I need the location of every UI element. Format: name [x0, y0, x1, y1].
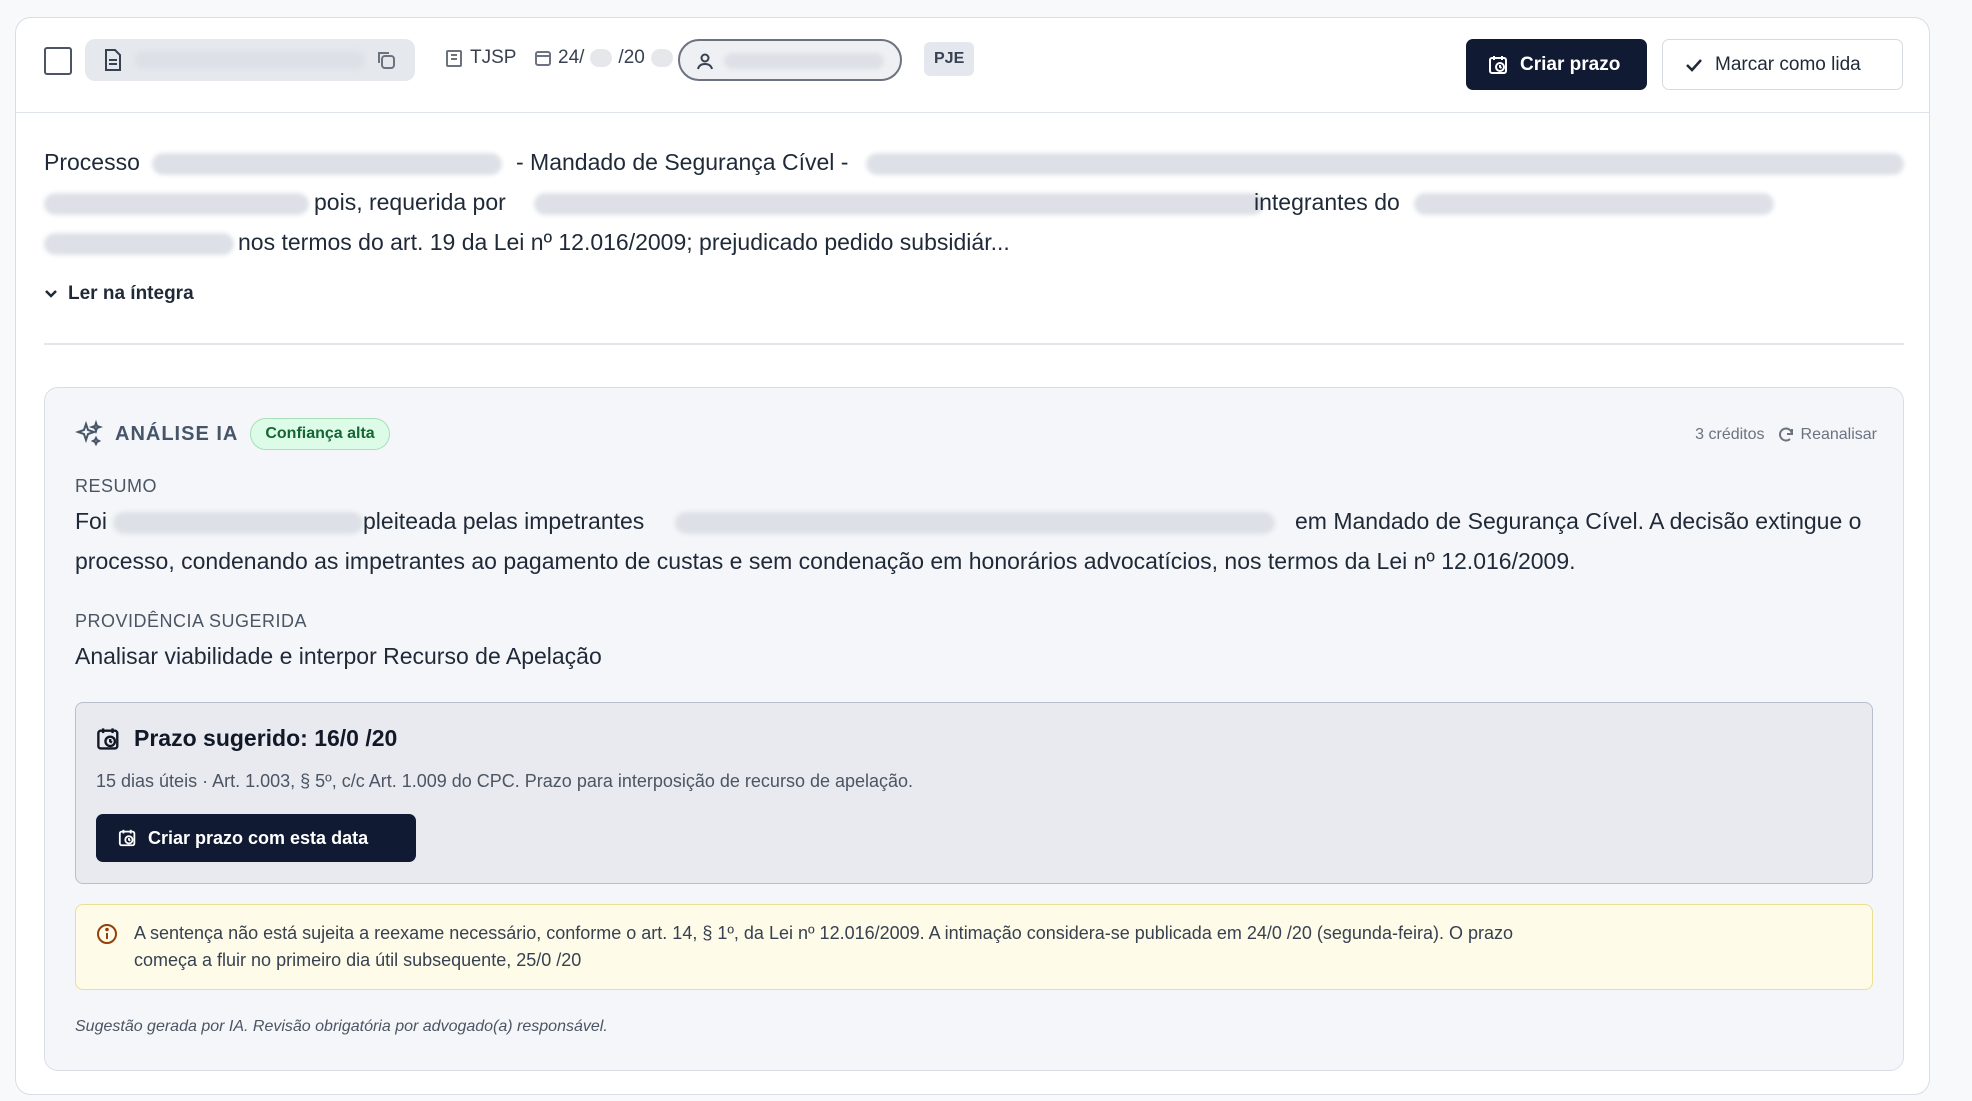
- court-label: TJSP: [470, 47, 517, 68]
- calendar-clock-icon: [97, 727, 119, 750]
- text-segment: nos termos do art. 19 da Lei nº 12.016/2…: [238, 229, 1010, 255]
- responsible-user-pill[interactable]: [678, 39, 902, 81]
- text-segment: pleiteada pelas impetrantes: [363, 508, 645, 534]
- redacted-text: [534, 193, 1264, 215]
- court-info: TJSP: [444, 47, 516, 69]
- text-segment: processo, condenando as impetrantes ao p…: [75, 548, 1576, 574]
- redacted-text: [1414, 193, 1774, 215]
- redacted-text: [113, 512, 363, 534]
- chevron-down-icon: [45, 290, 57, 298]
- redacted-date-part: [590, 49, 613, 67]
- text-segment: pois, requerida por: [314, 189, 506, 215]
- sparkles-icon: [75, 420, 103, 447]
- info-icon: [97, 924, 117, 944]
- mark-as-read-button[interactable]: Marcar como lida: [1662, 39, 1903, 90]
- calendar-clock-icon: [1489, 55, 1507, 74]
- suggested-action-label: PROVIDÊNCIA SUGERIDA: [75, 611, 308, 631]
- text-segment: - Mandado de Segurança Cível -: [516, 149, 849, 175]
- deadline-detail: 15 dias úteis · Art. 1.003, § 5º, c/c Ar…: [96, 771, 914, 791]
- system-badge: PJE: [924, 42, 975, 76]
- publication-text: Processo - Mandado de Segurança Cível - …: [44, 142, 1904, 262]
- alert-line: A sentença não está sujeita a reexame ne…: [134, 923, 1513, 943]
- document-icon: [105, 49, 121, 71]
- suggested-deadline-box: Prazo sugerido: 16/0 /20 15 dias úteis ·…: [75, 702, 1873, 884]
- user-icon: [697, 53, 713, 70]
- select-checkbox[interactable]: [44, 47, 72, 75]
- ai-analysis-actions: 3 créditos Reanalisar: [1695, 426, 1877, 444]
- confidence-badge: Confiança alta: [250, 418, 390, 450]
- copy-icon[interactable]: [375, 49, 397, 71]
- calendar-clock-icon: [118, 829, 136, 847]
- credits-label: 3 créditos: [1695, 426, 1765, 443]
- create-deadline-button[interactable]: Criar prazo: [1466, 39, 1647, 90]
- redacted-process-number: [135, 51, 365, 69]
- ai-analysis-panel: ANÁLISE IA Confiança alta 3 créditos Rea…: [44, 387, 1904, 1071]
- redacted-text: [44, 193, 309, 215]
- suggested-deadline-title: Prazo sugerido: 16/0 /20: [96, 725, 397, 752]
- date-suffix: /20: [618, 47, 645, 68]
- text-segment: Foi: [75, 508, 107, 534]
- reanalyze-label: Reanalisar: [1800, 426, 1877, 443]
- alert-text: A sentença não está sujeita a reexame ne…: [134, 920, 1854, 974]
- create-deadline-with-date-label: Criar prazo com esta data: [148, 827, 369, 848]
- redacted-date-part: [650, 49, 673, 67]
- redacted-user-name: [724, 53, 884, 69]
- ai-analysis-title: ANÁLISE IA: [115, 422, 239, 445]
- redacted-text: [866, 153, 1904, 175]
- redacted-text: [675, 512, 1275, 534]
- redacted-text: [152, 153, 502, 175]
- summary-label: RESUMO: [75, 476, 158, 496]
- redacted-text: [44, 233, 234, 255]
- divider: [44, 343, 1904, 345]
- create-deadline-label: Criar prazo: [1520, 53, 1621, 75]
- calendar-icon: [535, 51, 551, 66]
- refresh-icon: [1778, 427, 1793, 442]
- info-alert: A sentença não está sujeita a reexame ne…: [75, 904, 1873, 990]
- read-full-toggle[interactable]: Ler na íntegra: [44, 283, 194, 305]
- publication-date: 24/ /20: [534, 47, 673, 69]
- create-deadline-with-date-button[interactable]: Criar prazo com esta data: [96, 814, 416, 862]
- publication-card: TJSP 24/ /20 PJE Criar prazo Marcar como…: [15, 17, 1930, 1095]
- ai-analysis-header: ANÁLISE IA Confiança alta: [75, 418, 390, 450]
- process-number-pill: [85, 39, 415, 81]
- read-full-label: Ler na íntegra: [68, 283, 194, 304]
- summary-text: Foi pleiteada pelas impetrantes em Manda…: [75, 501, 1875, 581]
- check-icon: [1686, 58, 1702, 72]
- mark-as-read-label: Marcar como lida: [1715, 53, 1861, 75]
- text-segment: Processo: [44, 149, 140, 175]
- reanalyze-button[interactable]: Reanalisar: [1777, 426, 1877, 444]
- deadline-date: Prazo sugerido: 16/0 /20: [134, 725, 398, 751]
- ai-disclaimer: Sugestão gerada por IA. Revisão obrigató…: [75, 1018, 608, 1035]
- date-prefix: 24/: [558, 47, 585, 68]
- building-icon: [446, 50, 462, 67]
- text-segment: em Mandado de Segurança Cível. A decisão…: [1295, 508, 1862, 534]
- card-header: TJSP 24/ /20 PJE Criar prazo Marcar como…: [16, 18, 1929, 113]
- text-segment: integrantes do: [1254, 189, 1400, 215]
- suggested-action-text: Analisar viabilidade e interpor Recurso …: [75, 643, 602, 669]
- alert-line: começa a fluir no primeiro dia útil subs…: [134, 950, 582, 970]
